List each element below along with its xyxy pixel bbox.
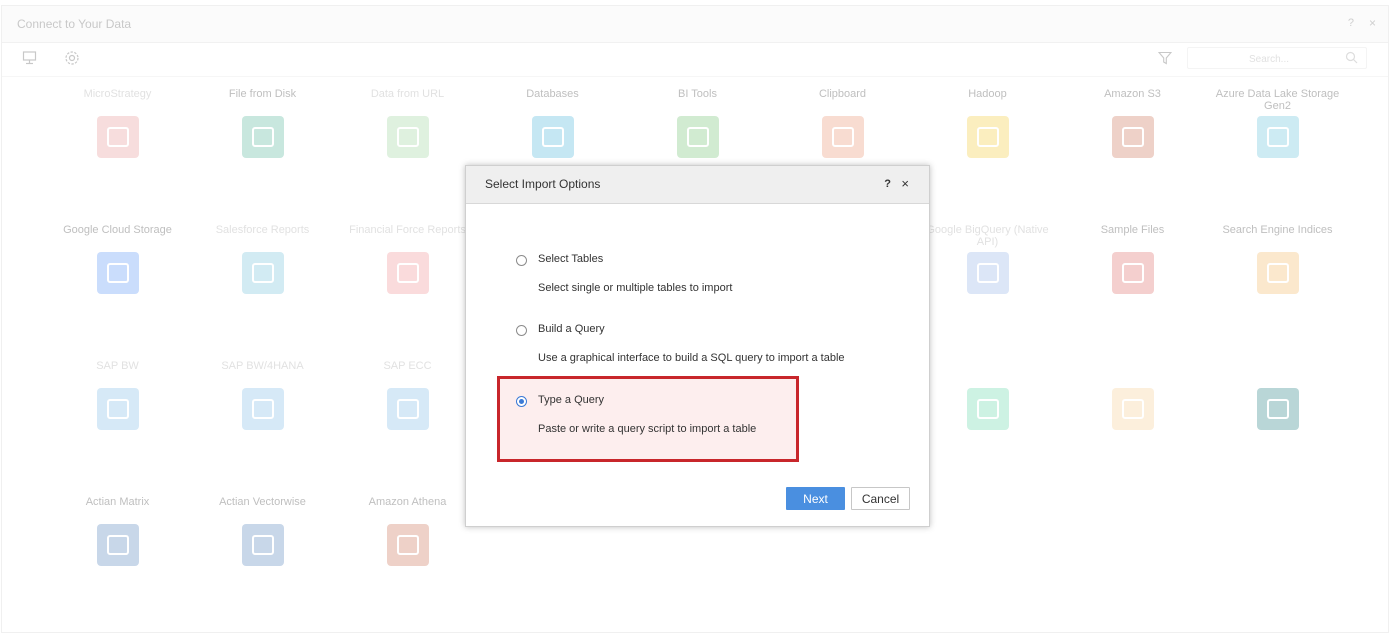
- option-description: Use a graphical interface to build a SQL…: [538, 352, 845, 364]
- option-description: Paste or write a query script to import …: [538, 423, 757, 435]
- option-title: Build a Query: [538, 323, 605, 335]
- option-title: Type a Query: [538, 394, 605, 406]
- type-query-radio[interactable]: [516, 396, 527, 407]
- select-import-options-dialog: Select Import Options ? × Select Tables …: [465, 165, 930, 527]
- build-query-radio[interactable]: [516, 325, 527, 336]
- dialog-close-button[interactable]: ×: [901, 176, 909, 191]
- selected-option-highlight: [497, 376, 799, 462]
- select-tables-radio[interactable]: [516, 255, 527, 266]
- dialog-title: Select Import Options: [485, 177, 601, 191]
- next-button[interactable]: Next: [786, 487, 845, 510]
- option-title: Select Tables: [538, 253, 604, 265]
- cancel-button[interactable]: Cancel: [851, 487, 910, 510]
- dialog-help-button[interactable]: ?: [884, 178, 891, 190]
- option-description: Select single or multiple tables to impo…: [538, 282, 733, 294]
- dialog-header: Select Import Options ? ×: [466, 166, 929, 204]
